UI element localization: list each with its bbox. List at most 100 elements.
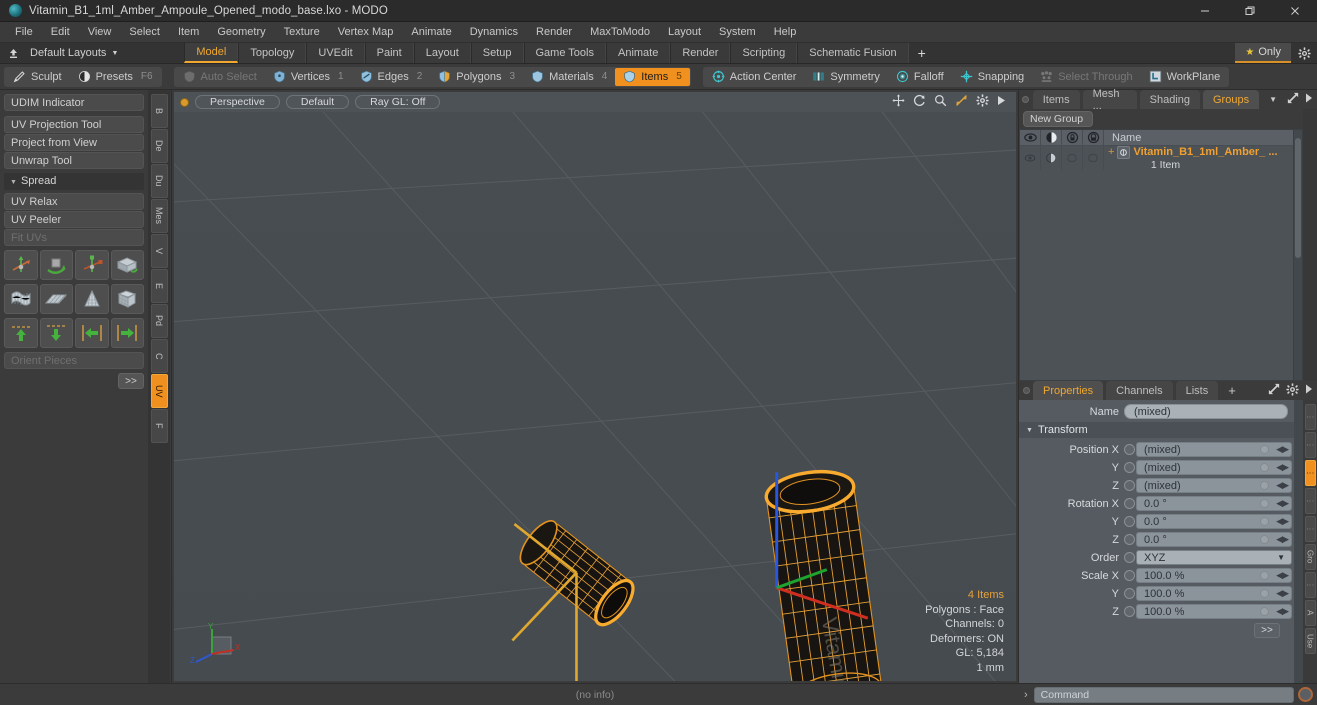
tool-unwrap[interactable]: Unwrap Tool xyxy=(4,152,144,169)
property-spinner-arrows-icon[interactable]: ◀▶ xyxy=(1276,498,1289,509)
layout-tab-paint[interactable]: Paint xyxy=(364,43,414,63)
property-channel-toggle[interactable] xyxy=(1124,498,1135,509)
property-field-order[interactable]: XYZ ▼ xyxy=(1136,550,1292,565)
menu-item-select[interactable]: Select xyxy=(120,22,169,43)
layout-tab-render[interactable]: Render xyxy=(670,43,731,63)
layout-tab-model[interactable]: Model xyxy=(184,43,239,63)
left-vtab-uv[interactable]: UV xyxy=(150,374,168,408)
uv-fit-icon[interactable] xyxy=(4,284,38,314)
property-mini-knob[interactable] xyxy=(1260,481,1269,490)
restore-icon[interactable] xyxy=(1227,0,1272,22)
layout-tab-animate[interactable]: Animate xyxy=(606,43,671,63)
play-icon[interactable] xyxy=(1305,384,1313,397)
property-spinner-arrows-icon[interactable]: ◀▶ xyxy=(1276,588,1289,599)
uv-right-arrow-icon[interactable] xyxy=(110,318,144,348)
menu-item-view[interactable]: View xyxy=(79,22,121,43)
tool-udim-indicator[interactable]: UDIM Indicator xyxy=(4,94,144,111)
property-spinner-arrows-icon[interactable]: ◀▶ xyxy=(1276,444,1289,455)
uv-left-arrow-icon[interactable] xyxy=(75,318,109,348)
property-channel-toggle[interactable] xyxy=(1124,588,1135,599)
toolbar-button-snapping[interactable]: Snapping xyxy=(952,68,1033,86)
new-group-button[interactable]: New Group xyxy=(1023,111,1093,127)
viewport-raygl-button[interactable]: Ray GL: Off xyxy=(355,95,441,109)
properties-rtab-gro[interactable]: Gro xyxy=(1304,544,1316,570)
add-properties-tab-button[interactable]: + xyxy=(1221,381,1243,400)
uv-down-arrow-icon[interactable] xyxy=(39,318,73,348)
render-icon[interactable] xyxy=(1041,130,1062,145)
properties-rtab-dots-6[interactable]: ⋮ xyxy=(1304,572,1316,598)
tool-project-from-view[interactable]: Project from View xyxy=(4,134,144,151)
property-spinner-arrows-icon[interactable]: ◀▶ xyxy=(1276,480,1289,491)
property-mini-knob[interactable] xyxy=(1260,463,1269,472)
property-field-z[interactable]: 0.0 ° ◀▶ xyxy=(1136,532,1292,547)
uv-cone-icon[interactable] xyxy=(75,284,109,314)
property-channel-toggle[interactable] xyxy=(1124,606,1135,617)
uv-box-icon[interactable] xyxy=(110,284,144,314)
left-vtab-du[interactable]: Du xyxy=(150,164,168,198)
selectable-icon[interactable] xyxy=(1083,130,1104,145)
toolbar-button-presets[interactable]: Presets F6 xyxy=(70,68,161,86)
menu-item-texture[interactable]: Texture xyxy=(275,22,329,43)
menu-item-edit[interactable]: Edit xyxy=(42,22,79,43)
property-field-y[interactable]: (mixed) ◀▶ xyxy=(1136,460,1292,475)
default-layouts-dropdown[interactable]: Default Layouts ▼ xyxy=(26,43,126,63)
properties-menu-dot-icon[interactable] xyxy=(1019,381,1033,400)
tool-uv-projection[interactable]: UV Projection Tool xyxy=(4,116,144,133)
menu-item-animate[interactable]: Animate xyxy=(402,22,460,43)
properties-gear-icon[interactable] xyxy=(1286,382,1299,399)
toolbar-button-edges[interactable]: Edges 2 xyxy=(352,68,431,86)
property-spinner-arrows-icon[interactable]: ◀▶ xyxy=(1276,606,1289,617)
section-spread[interactable]: ▼ Spread xyxy=(4,173,144,190)
toolbar-button-symmetry[interactable]: Symmetry xyxy=(804,68,888,86)
menu-item-geometry[interactable]: Geometry xyxy=(208,22,274,43)
property-mini-knob[interactable] xyxy=(1260,499,1269,508)
left-panel-next-button[interactable]: >> xyxy=(118,373,144,389)
properties-rtab-dots-1[interactable]: ⋮ xyxy=(1304,432,1316,458)
property-field-z[interactable]: (mixed) ◀▶ xyxy=(1136,478,1292,493)
properties-rtab-dots-3[interactable]: ⋮ xyxy=(1304,488,1316,514)
left-vtab-mes[interactable]: Mes xyxy=(150,199,168,233)
properties-next-button[interactable]: >> xyxy=(1254,623,1280,638)
menu-item-dynamics[interactable]: Dynamics xyxy=(461,22,527,43)
uv-rotate-icon[interactable] xyxy=(39,250,73,280)
tool-uv-relax[interactable]: UV Relax xyxy=(4,193,144,210)
group-row-name-cell[interactable]: + Vitamin_B1_1ml_Amber_ ... 1 Item xyxy=(1104,145,1293,171)
transform-section-header[interactable]: ▼ Transform xyxy=(1019,422,1294,438)
play-icon[interactable] xyxy=(997,95,1006,109)
properties-rtab-dots-2[interactable]: ⋮ xyxy=(1304,460,1316,486)
uv-flip-icon[interactable] xyxy=(110,250,144,280)
row-eye-toggle[interactable] xyxy=(1020,146,1041,170)
property-channel-toggle[interactable] xyxy=(1124,480,1135,491)
lock-icon[interactable] xyxy=(1062,130,1083,145)
add-layout-tab-button[interactable]: + xyxy=(909,43,935,63)
expand-icon[interactable] xyxy=(1287,92,1299,107)
properties-tab-lists[interactable]: Lists xyxy=(1175,381,1219,400)
layout-tab-setup[interactable]: Setup xyxy=(470,43,524,63)
name-field[interactable]: (mixed) xyxy=(1124,404,1288,419)
only-toggle-button[interactable]: ★ Only xyxy=(1235,43,1291,63)
left-vtab-v[interactable]: V xyxy=(150,234,168,268)
property-mini-knob[interactable] xyxy=(1260,445,1269,454)
chevron-down-icon[interactable]: ▼ xyxy=(1277,553,1285,562)
layout-tab-schematic-fusion[interactable]: Schematic Fusion xyxy=(797,43,909,63)
left-vtab-c[interactable]: C xyxy=(150,339,168,373)
toolbar-button-sculpt[interactable]: Sculpt xyxy=(5,68,70,86)
panel-tab-mesh[interactable]: Mesh ... xyxy=(1082,88,1137,112)
properties-tab-channels[interactable]: Channels xyxy=(1106,381,1173,400)
minimize-icon[interactable] xyxy=(1182,0,1227,22)
menu-item-item[interactable]: Item xyxy=(169,22,208,43)
property-channel-toggle[interactable] xyxy=(1124,534,1135,545)
menu-item-render[interactable]: Render xyxy=(527,22,581,43)
toolbar-button-polygons[interactable]: Polygons 3 xyxy=(430,68,523,86)
upload-icon[interactable] xyxy=(0,43,26,63)
groups-tree-empty-area[interactable] xyxy=(1020,170,1293,380)
uv-up-arrow-icon[interactable] xyxy=(4,318,38,348)
uv-move-icon[interactable] xyxy=(4,250,38,280)
toolbar-button-materials[interactable]: Materials 4 xyxy=(523,68,615,86)
groups-tree-scrollbar[interactable] xyxy=(1293,130,1302,380)
left-vtab-de[interactable]: De xyxy=(150,129,168,163)
menu-item-help[interactable]: Help xyxy=(765,22,806,43)
left-vtab-f[interactable]: F xyxy=(150,409,168,443)
properties-tab-properties[interactable]: Properties xyxy=(1033,381,1104,400)
property-mini-knob[interactable] xyxy=(1260,517,1269,526)
